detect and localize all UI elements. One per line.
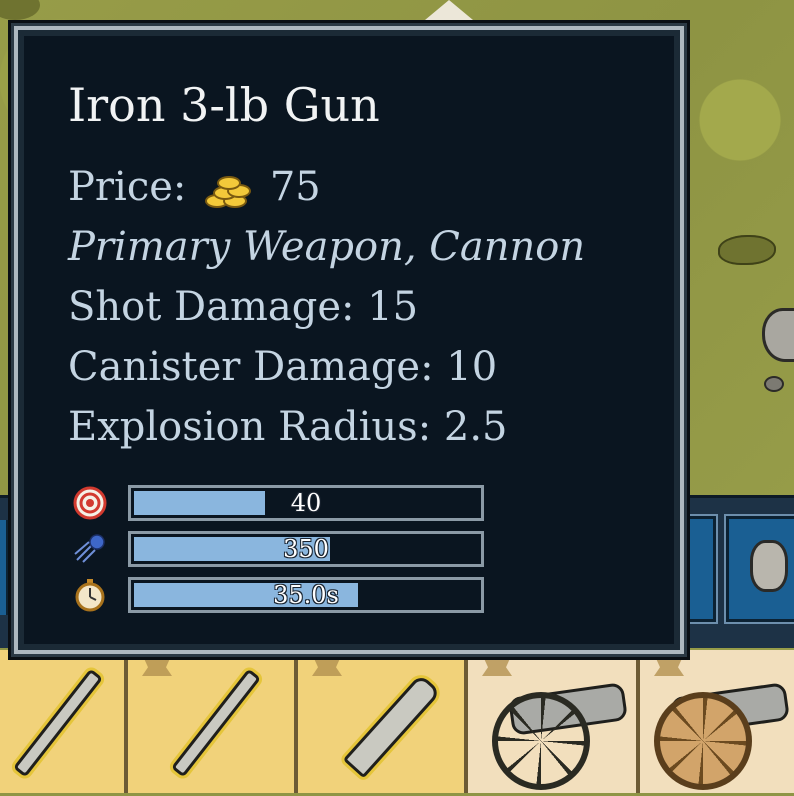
item-card-row (0, 650, 794, 793)
reload-stat: 35.0s (72, 577, 492, 613)
accuracy-stat: 40 (72, 485, 492, 521)
price-line: Price: 75 (68, 164, 321, 210)
stat-value: 40 (290, 489, 322, 517)
stat-bar: 40 (128, 485, 484, 521)
rock-decoration (762, 308, 794, 362)
bush-decoration (718, 235, 776, 265)
bush-decoration (0, 0, 40, 20)
price-value: 75 (269, 164, 321, 210)
stopwatch-icon (72, 577, 108, 613)
shot-damage: Shot Damage: 15 (68, 284, 419, 330)
item-card-cannon[interactable] (468, 650, 640, 793)
projectile-speed-icon (72, 531, 108, 567)
explosion-radius: Explosion Radius: 2.5 (68, 404, 508, 450)
price-label: Price: (68, 164, 187, 210)
stat-bar: 350 (128, 531, 484, 567)
bayonet-icon (170, 668, 262, 778)
knife-icon (342, 673, 442, 779)
barrel-icon (750, 540, 788, 592)
velocity-stat: 350 (72, 531, 492, 567)
rank-badge-icon (654, 654, 684, 676)
bayonet-icon (12, 668, 104, 778)
item-card-bayonet[interactable] (0, 650, 128, 793)
stat-value: 350 (283, 535, 329, 563)
item-card-bayonet[interactable] (128, 650, 298, 793)
rock-decoration (764, 376, 784, 392)
gold-coins-icon (201, 172, 252, 208)
item-tooltip: Iron 3-lb Gun Price: 75 Primary Weapon, … (11, 23, 687, 657)
rank-badge-icon (312, 654, 342, 676)
shop-slot-button[interactable] (0, 520, 9, 615)
cannon-icon (492, 676, 629, 796)
rank-badge-icon (482, 654, 512, 676)
item-title: Iron 3-lb Gun (68, 78, 380, 132)
stat-bar: 35.0s (128, 577, 484, 613)
item-category: Primary Weapon, Cannon (68, 224, 586, 270)
item-card-knife[interactable] (298, 650, 468, 793)
rank-badge-icon (142, 654, 172, 676)
target-icon (72, 485, 108, 521)
cannon-icon (654, 676, 791, 796)
item-card-cannon[interactable] (640, 650, 794, 793)
stat-value: 35.0s (273, 581, 339, 609)
canister-damage: Canister Damage: 10 (68, 344, 498, 390)
